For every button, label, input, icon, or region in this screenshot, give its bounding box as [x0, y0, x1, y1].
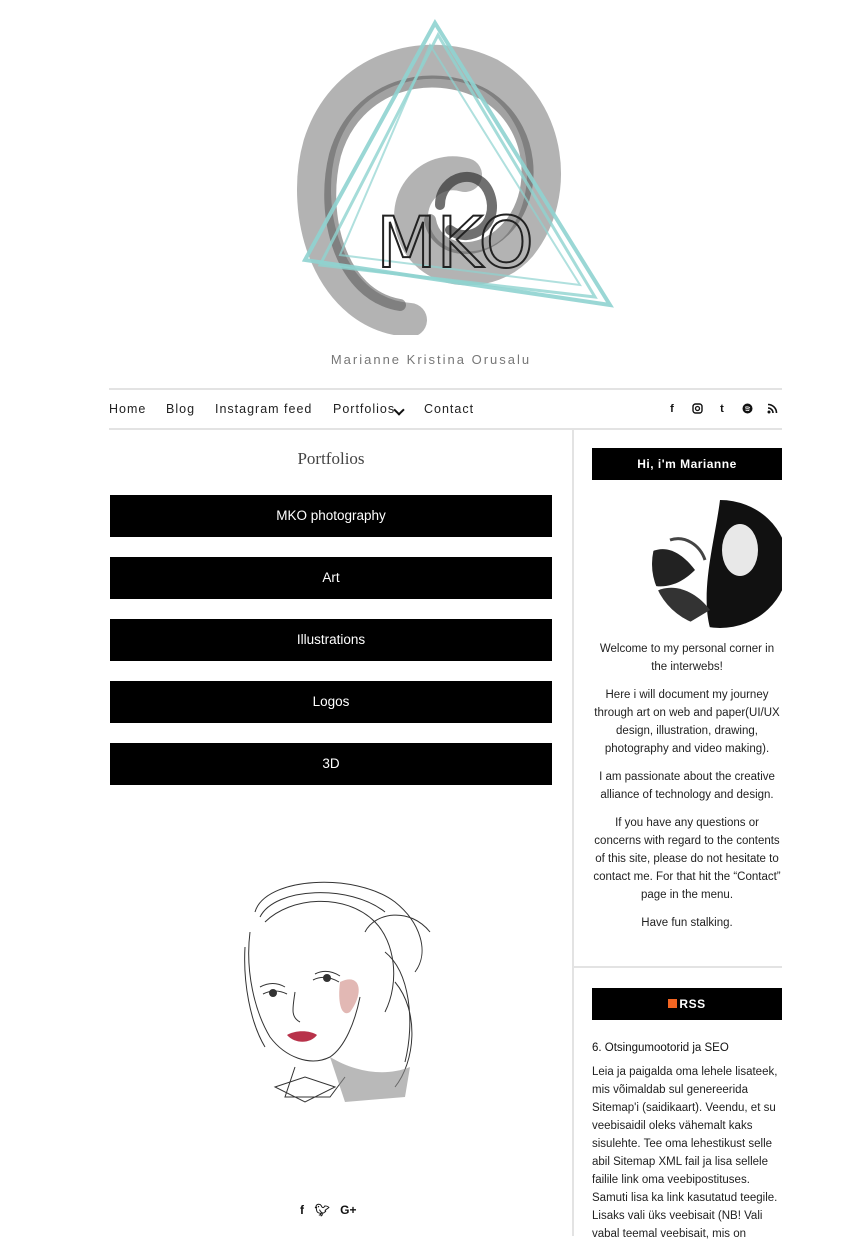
about-paragraph: I am passionate about the creative allia… — [599, 771, 775, 801]
portfolio-button-3d[interactable]: 3D — [110, 743, 552, 785]
rss-heading-label: RSS — [679, 997, 706, 1011]
portfolio-button-illustrations[interactable]: Illustrations — [110, 619, 552, 661]
instagram-icon[interactable] — [691, 403, 703, 417]
page-title: Portfolios — [297, 449, 365, 468]
nav-home[interactable]: Home — [109, 402, 146, 416]
about-paragraph: Welcome to my personal corner in the int… — [599, 643, 775, 673]
rss-feed-icon — [668, 999, 678, 1009]
column-divider — [572, 428, 574, 1236]
share-icons: f 🐦︎ G+ — [300, 1201, 364, 1219]
about-heading: Hi, i'm Marianne — [592, 448, 782, 480]
sidebar-divider — [574, 966, 782, 968]
main-nav: Home Blog Instagram feed Portfolios Cont… — [109, 388, 782, 430]
about-paragraph: Here i will document my journey through … — [594, 689, 780, 755]
logo-text: MKO — [376, 202, 534, 284]
nav-portfolios[interactable]: Portfolios — [333, 402, 395, 416]
portfolio-button-art[interactable]: Art — [110, 557, 552, 599]
rss-post-excerpt: Leia ja paigalda oma lehele lisateek, mi… — [592, 1066, 778, 1240]
about-paragraph: Have fun stalking. — [641, 917, 733, 929]
about-text: Welcome to my personal corner in the int… — [592, 640, 782, 942]
portfolio-button-logos[interactable]: Logos — [110, 681, 552, 723]
portfolio-button-photography[interactable]: MKO photography — [110, 495, 552, 537]
nav-contact[interactable]: Contact — [424, 402, 474, 416]
portrait-illustration — [235, 872, 440, 1117]
spotify-icon[interactable] — [741, 403, 753, 417]
google-plus-icon[interactable]: G+ — [340, 1203, 356, 1217]
facebook-icon[interactable]: f — [666, 403, 678, 415]
avatar — [640, 500, 782, 628]
nav-instagram-feed[interactable]: Instagram feed — [215, 402, 312, 416]
about-paragraph: If you have any questions or concerns wi… — [593, 817, 781, 901]
nav-blog[interactable]: Blog — [166, 402, 195, 416]
rss-icon[interactable] — [766, 403, 778, 417]
facebook-icon[interactable]: f — [300, 1203, 304, 1217]
rss-post-title[interactable]: 6. Otsingumootorid ja SEO — [592, 1042, 782, 1054]
tumblr-icon[interactable]: t — [716, 403, 728, 415]
site-logo[interactable]: MKO — [290, 15, 620, 337]
site-tagline: Marianne Kristina Orusalu — [330, 352, 532, 367]
twitter-icon[interactable]: 🐦︎ — [314, 1203, 329, 1217]
rss-heading: RSS — [592, 988, 782, 1020]
